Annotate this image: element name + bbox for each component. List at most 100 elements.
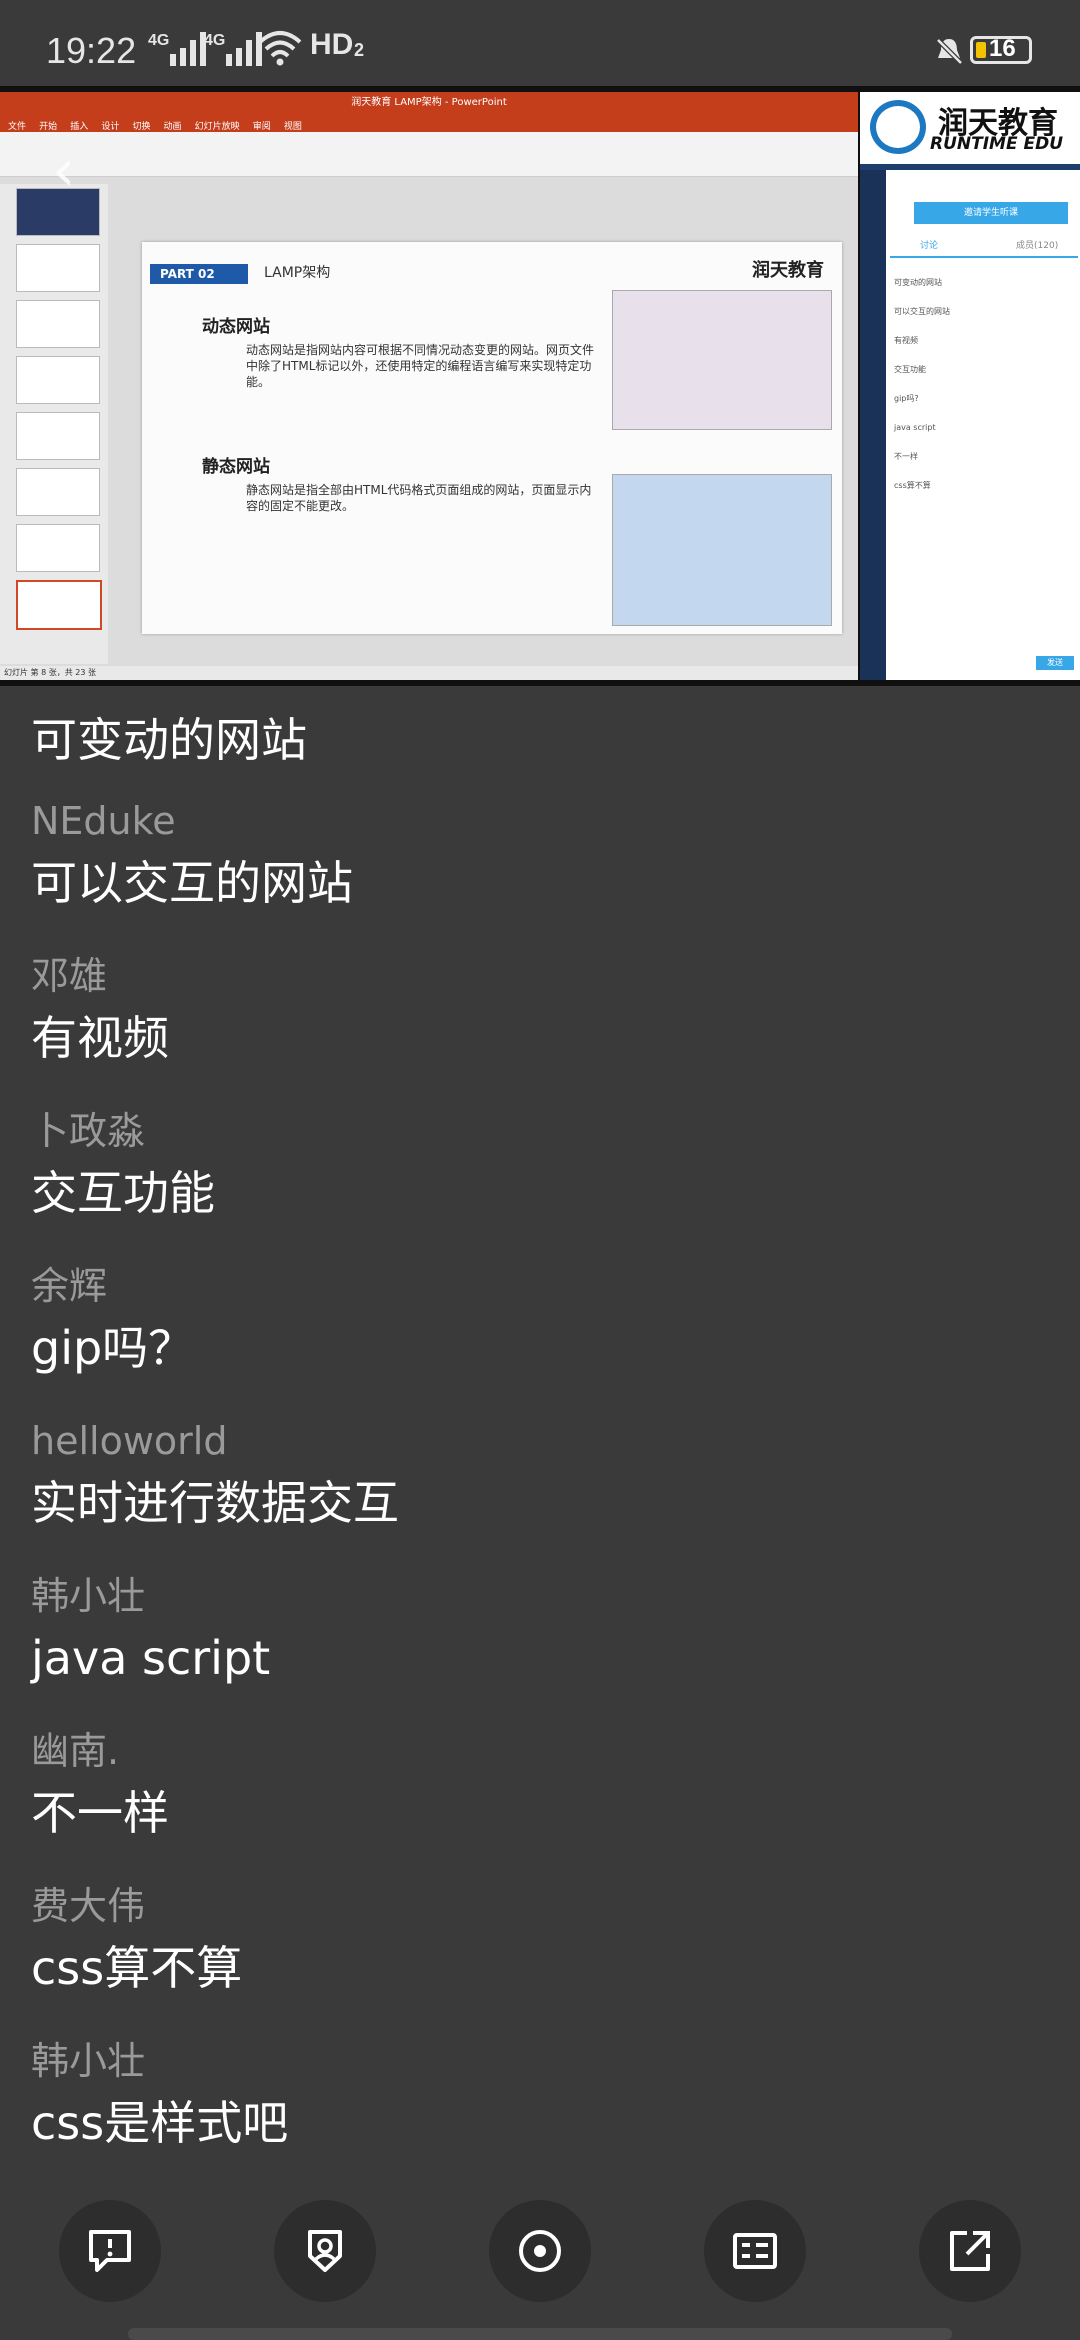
ppt-tab: 切换 (132, 122, 151, 132)
chat-username: 韩小壮 (31, 1574, 146, 1618)
id-card-icon (733, 2233, 777, 2269)
signal-label-1: 4G (148, 32, 170, 49)
slide-section-title: LAMP架构 (264, 265, 331, 281)
panel-chat-line: java script (894, 423, 936, 432)
ppt-tab: 开始 (39, 122, 58, 132)
chat-message-text: gip吗？ (31, 1321, 195, 1375)
ppt-tab: 动画 (163, 122, 182, 132)
slide-logo: 润天教育 (752, 260, 824, 281)
chat-username: 费大伟 (31, 1884, 146, 1928)
chat-message-text: 可变动的网站 (31, 713, 307, 767)
panel-chat-line: 交互功能 (894, 365, 926, 374)
chat-message: 余辉 gip吗？ (31, 1263, 194, 1379)
network-label: HD (310, 28, 354, 61)
ppt-tab: 幻灯片放映 (194, 122, 240, 132)
ppt-tab: 文件 (8, 122, 27, 132)
mute-bell-icon (936, 38, 963, 65)
chat-message-text: 可以交互的网站 (31, 856, 353, 910)
chat-username: 余辉 (31, 1264, 108, 1308)
ppt-tab: 设计 (101, 122, 120, 132)
badge-button[interactable] (274, 2200, 376, 2302)
chat-message: 费大伟 css算不算 (31, 1883, 242, 1999)
badge-shield-icon (308, 2230, 342, 2272)
chat-button[interactable] (59, 2200, 161, 2302)
dynamic-site-screenshot (612, 290, 832, 430)
chat-message: 卜政淼 交互功能 (31, 1108, 215, 1224)
slide-thumbnails (0, 184, 108, 664)
chat-username: 韩小壮 (31, 2039, 146, 2083)
chat-username: 邓雄 (31, 954, 108, 998)
ppt-tab: 视图 (283, 122, 302, 132)
battery-level: 16 (989, 35, 1016, 62)
invite-students-button: 邀请学生听课 (914, 202, 1068, 224)
panel-send-button: 发送 (1036, 656, 1074, 670)
panel-chat-line: 可以交互的网站 (894, 307, 950, 316)
bottom-toolbar (0, 2186, 1080, 2340)
slide-thumbnail (16, 300, 100, 348)
panel-header-bar (860, 164, 1080, 170)
panel-chat-line: 可变动的网站 (894, 278, 942, 287)
target-button[interactable] (489, 2200, 591, 2302)
panel-chat-line: 有视频 (894, 336, 918, 345)
classroom-side-panel: 润天教育 RUNTIME EDU 邀请学生听课 讨论 成员(120) 可变动的网… (860, 92, 1080, 680)
chat-message: 邓雄 有视频 (31, 953, 169, 1069)
panel-chat-line: css算不算 (894, 481, 931, 490)
ppt-status-bar: 幻灯片 第 8 张，共 23 张 (0, 666, 858, 680)
brand-mark-icon (870, 100, 926, 154)
slide-thumbnail-selected (16, 580, 102, 630)
chat-message: 幽南. 不一样 (31, 1728, 169, 1844)
ppt-title: 润天教育 LAMP架构 - PowerPoint (0, 92, 858, 114)
battery-icon: 16 (970, 35, 1032, 64)
wifi-icon (258, 31, 302, 66)
chat-message-text: 交互功能 (31, 1166, 215, 1220)
signal-bars-2-icon (226, 32, 262, 66)
status-time: 19:22 (46, 30, 137, 71)
chat-message-text: css算不算 (31, 1941, 243, 1995)
chat-message: 韩小壮 java script (31, 1573, 270, 1689)
chat-message-text: 实时进行数据交互 (31, 1476, 399, 1530)
chat-username: 卜政淼 (31, 1109, 146, 1153)
signal-bars-1-icon (170, 32, 206, 66)
panel-chat-line: gip吗? (894, 394, 919, 403)
slide-text-static: 静态网站是指全部由HTML代码格式页面组成的网站，页面显示内容的固定不能更改。 (246, 483, 592, 513)
id-card-button[interactable] (704, 2200, 806, 2302)
back-arrow-icon[interactable]: ‹ (52, 136, 75, 204)
current-slide: PART 02 LAMP架构 润天教育 动态网站 动态网站是指网站内容可根据不同… (142, 242, 842, 634)
target-icon (519, 2230, 561, 2272)
chat-message: 韩小壮 css是样式吧 (31, 2038, 288, 2154)
slide-text-dynamic: 动态网站是指网站内容可根据不同情况动态变更的网站。网页文件中除了HTML标记以外… (246, 343, 595, 389)
panel-chat-line: 不一样 (894, 452, 918, 461)
static-site-screenshot (612, 474, 832, 626)
network-sub-label: 2 (354, 40, 365, 60)
chat-username: helloworld (31, 1419, 228, 1463)
tab-members: 成员(120) (1016, 241, 1059, 251)
chat-username: 幽南. (31, 1729, 120, 1773)
slide-part-label: PART 02 (150, 264, 248, 284)
chat-message: NEduke 可以交互的网站 (31, 798, 353, 914)
panel-chat-list: 可变动的网站 可以交互的网站 有视频 交互功能 gip吗? java scrip… (894, 262, 1074, 492)
slide-thumbnail (16, 468, 100, 516)
powerpoint-screen: 润天教育 LAMP架构 - PowerPoint 文件 开始 插入 设计 切换 … (0, 92, 858, 680)
brand-name-en: RUNTIME EDU (930, 134, 1064, 154)
home-indicator[interactable] (128, 2328, 952, 2340)
live-video-player[interactable]: 润天教育 LAMP架构 - PowerPoint 文件 开始 插入 设计 切换 … (0, 86, 1080, 686)
share-button[interactable] (919, 2200, 1021, 2302)
slide-heading-dynamic: 动态网站 (202, 317, 270, 337)
chat-message: helloworld 实时进行数据交互 (31, 1418, 399, 1534)
chat-message-list[interactable]: 可变动的网站 NEduke 可以交互的网站 邓雄 有视频 卜政淼 交互功能 余辉… (0, 686, 1080, 2186)
panel-tool-rail (860, 170, 886, 680)
ppt-tabs: 文件 开始 插入 设计 切换 动画 幻灯片放映 审阅 视图 (0, 114, 858, 132)
brand-logo: 润天教育 RUNTIME EDU (860, 92, 1080, 162)
slide-thumbnail (16, 412, 100, 460)
chat-message-text: 不一样 (31, 1786, 169, 1840)
chat-message-text: 有视频 (31, 1011, 169, 1065)
tab-discussion: 讨论 (920, 241, 939, 251)
share-external-icon (950, 2231, 990, 2271)
slide-thumbnail (16, 244, 100, 292)
ppt-tab: 审阅 (252, 122, 271, 132)
status-bar: 19:22 4G 4G HD 2 16 (0, 0, 1080, 86)
chat-message-text: java script (31, 1631, 271, 1685)
chat-message-text: css是样式吧 (31, 2096, 289, 2150)
chat-bubble-icon (89, 2230, 131, 2272)
slide-thumbnail (16, 524, 100, 572)
